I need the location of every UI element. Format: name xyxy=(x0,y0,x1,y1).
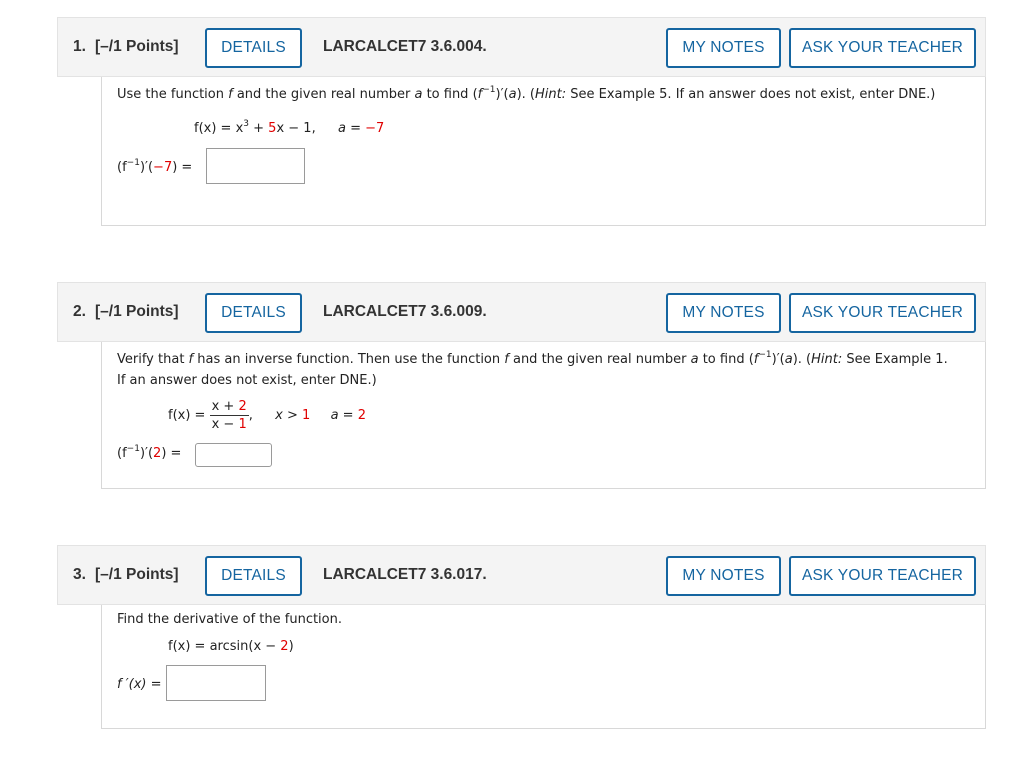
question-code: LARCALCET7 3.6.004. xyxy=(323,38,487,55)
answer-label: (f−1)′(2) = xyxy=(117,444,182,462)
answer-input[interactable] xyxy=(195,443,272,467)
question-number: 3. xyxy=(73,566,86,583)
question-2-header: 2. [–/1 Points] DETAILS LARCALCET7 3.6.0… xyxy=(57,282,986,342)
question-3-body: Find the derivative of the function. f(x… xyxy=(101,605,986,729)
my-notes-button[interactable]: MY NOTES xyxy=(666,556,781,596)
question-number: 1. xyxy=(73,38,86,55)
answer-input[interactable] xyxy=(166,665,266,701)
ask-your-teacher-button[interactable]: ASK YOUR TEACHER xyxy=(789,556,976,596)
question-3-header: 3. [–/1 Points] DETAILS LARCALCET7 3.6.0… xyxy=(57,545,986,605)
question-points: [–/1 Points] xyxy=(95,303,179,320)
question-prompt: Use the function f and the given real nu… xyxy=(117,85,936,103)
question-prompt-continued: If an answer does not exist, enter DNE.) xyxy=(117,373,377,388)
function-definition: f(x) = arcsin(x − 2) xyxy=(168,639,294,654)
question-prompt: Verify that f has an inverse function. T… xyxy=(117,350,948,368)
answer-label: (f−1)′(−7) = xyxy=(117,158,193,176)
my-notes-button[interactable]: MY NOTES xyxy=(666,28,781,68)
question-points: [–/1 Points] xyxy=(95,566,179,583)
ask-your-teacher-button[interactable]: ASK YOUR TEACHER xyxy=(789,293,976,333)
question-number: 2. xyxy=(73,303,86,320)
function-fraction: x + 2x − 1 xyxy=(209,399,249,432)
question-code: LARCALCET7 3.6.017. xyxy=(323,566,487,583)
answer-input[interactable] xyxy=(206,148,305,184)
details-button[interactable]: DETAILS xyxy=(205,556,302,596)
question-prompt: Find the derivative of the function. xyxy=(117,612,342,627)
question-1-body: Use the function f and the given real nu… xyxy=(101,77,986,226)
function-definition: f(x) = x3 + 5x − 1, a = −7 xyxy=(194,119,385,137)
question-2-body: Verify that f has an inverse function. T… xyxy=(101,342,986,489)
question-1-header: 1. [–/1 Points] DETAILS LARCALCET7 3.6.0… xyxy=(57,17,986,77)
details-button[interactable]: DETAILS xyxy=(205,293,302,333)
question-code: LARCALCET7 3.6.009. xyxy=(323,303,487,320)
my-notes-button[interactable]: MY NOTES xyxy=(666,293,781,333)
answer-label: f ′(x) = xyxy=(117,677,162,692)
question-points: [–/1 Points] xyxy=(95,38,179,55)
details-button[interactable]: DETAILS xyxy=(205,28,302,68)
function-definition: f(x) = x + 2x − 1, x > 1 a = 2 xyxy=(168,399,366,432)
ask-your-teacher-button[interactable]: ASK YOUR TEACHER xyxy=(789,28,976,68)
